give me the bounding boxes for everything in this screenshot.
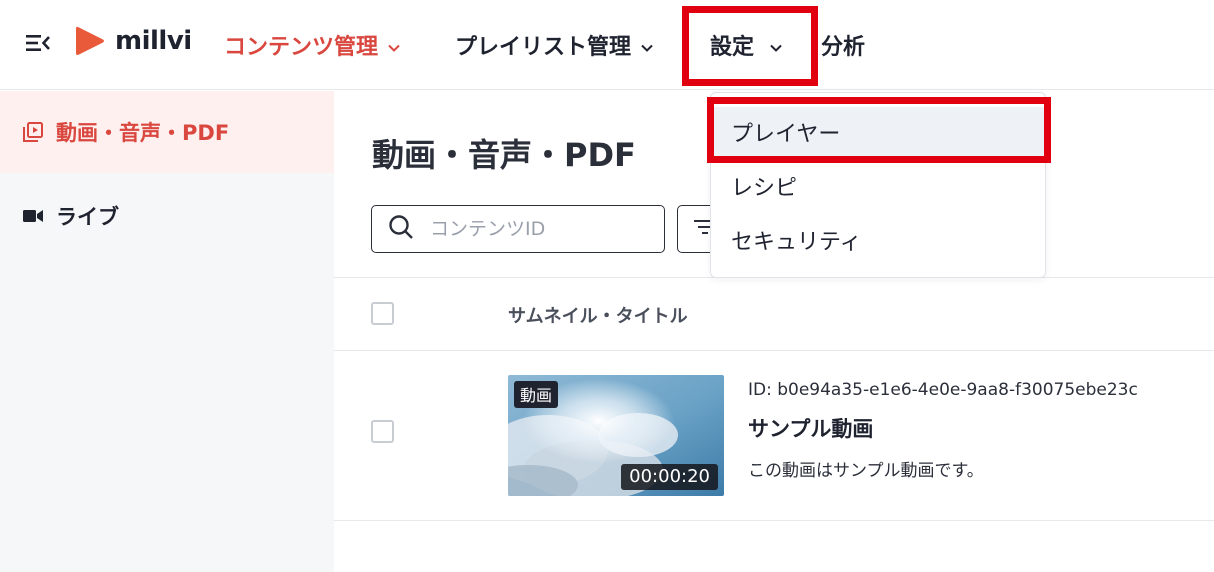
column-header-thumbnail-title: サムネイル・タイトル [508,306,688,327]
search-input[interactable] [430,218,650,240]
sidebar-item-media[interactable]: 動画・音声・PDF [0,91,334,173]
nav-analytics-label: 分析 [821,35,866,60]
content-title[interactable]: サンプル動画 [748,413,873,443]
nav-playlist-management[interactable]: プレイリスト管理 [455,0,653,90]
nav-analytics[interactable]: 分析 [821,0,865,90]
page-title: 動画・音声・PDF [372,136,636,174]
menu-item-player[interactable]: プレイヤー [711,107,1045,157]
sidebar-collapse-icon[interactable] [26,33,50,53]
nav-content-label: コンテンツ管理 [224,35,379,60]
search-icon [388,214,414,244]
content-id: ID: b0e94a35-e1e6-4e0e-9aa8-f30075ebe23c [748,380,1138,400]
chevron-down-icon [641,33,653,58]
divider [334,350,1214,351]
settings-dropdown-menu: プレイヤー レシピ セキュリティ [710,92,1046,278]
video-camera-icon [22,205,44,227]
logo-text: millvi [115,26,192,56]
millvi-logo[interactable]: millvi [73,24,192,58]
top-header: millvi コンテンツ管理 プレイリスト管理 設定 分析 [0,0,1214,90]
row-checkbox[interactable] [371,420,394,443]
search-box[interactable] [371,205,665,253]
chevron-down-icon [388,33,400,58]
nav-settings-label: 設定 [710,35,755,60]
sidebar: 動画・音声・PDF ライブ [0,91,334,572]
nav-content-management[interactable]: コンテンツ管理 [224,0,400,90]
content-description: この動画はサンプル動画です。 [748,461,984,481]
sidebar-item-label: ライブ [56,205,119,229]
menu-item-recipe[interactable]: レシピ [711,161,1045,211]
play-logo-icon [76,26,104,55]
nav-settings[interactable]: 設定 [710,0,782,90]
menu-item-security[interactable]: セキュリティ [711,215,1045,265]
divider [334,520,1214,521]
chevron-down-icon [770,33,782,58]
video-library-icon [22,121,44,143]
sidebar-item-label: 動画・音声・PDF [56,121,230,145]
sidebar-item-live[interactable]: ライブ [0,175,334,257]
video-thumbnail[interactable]: 動画 00:00:20 [508,375,724,496]
select-all-checkbox[interactable] [371,302,394,325]
media-type-badge: 動画 [514,381,559,408]
duration-badge: 00:00:20 [621,464,718,490]
nav-playlist-label: プレイリスト管理 [455,35,632,60]
